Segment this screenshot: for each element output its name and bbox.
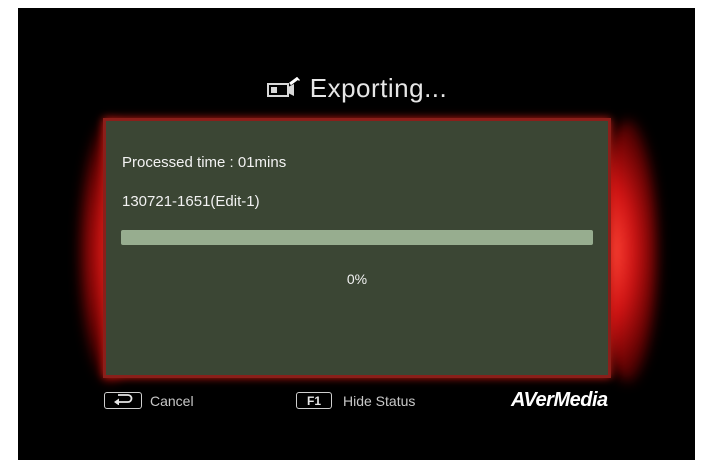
footer-hints: Cancel F1 Hide Status AVerMedia — [18, 389, 695, 416]
dialog-title: Exporting... — [309, 72, 448, 103]
export-progress-bar — [121, 230, 593, 245]
dialog-title-row: Exporting... — [18, 70, 695, 106]
hide-status-label: Hide Status — [343, 393, 416, 409]
export-file-name: 130721-1651(Edit-1) — [122, 193, 260, 210]
tv-screen: Exporting... Processed time : 01mins 130… — [18, 8, 695, 460]
avermedia-logo: AVerMedia — [511, 389, 608, 411]
camcorder-edit-icon — [266, 76, 300, 99]
export-progress-percent: 0% — [346, 271, 368, 287]
cancel-label: Cancel — [150, 393, 194, 409]
processed-time-text: Processed time : 01mins — [122, 154, 287, 171]
cancel-key-button[interactable] — [104, 392, 142, 409]
hide-status-key-button[interactable]: F1 — [296, 392, 332, 409]
back-arrow-icon — [112, 393, 134, 408]
export-status-panel: Processed time : 01mins 130721-1651(Edit… — [103, 118, 611, 378]
